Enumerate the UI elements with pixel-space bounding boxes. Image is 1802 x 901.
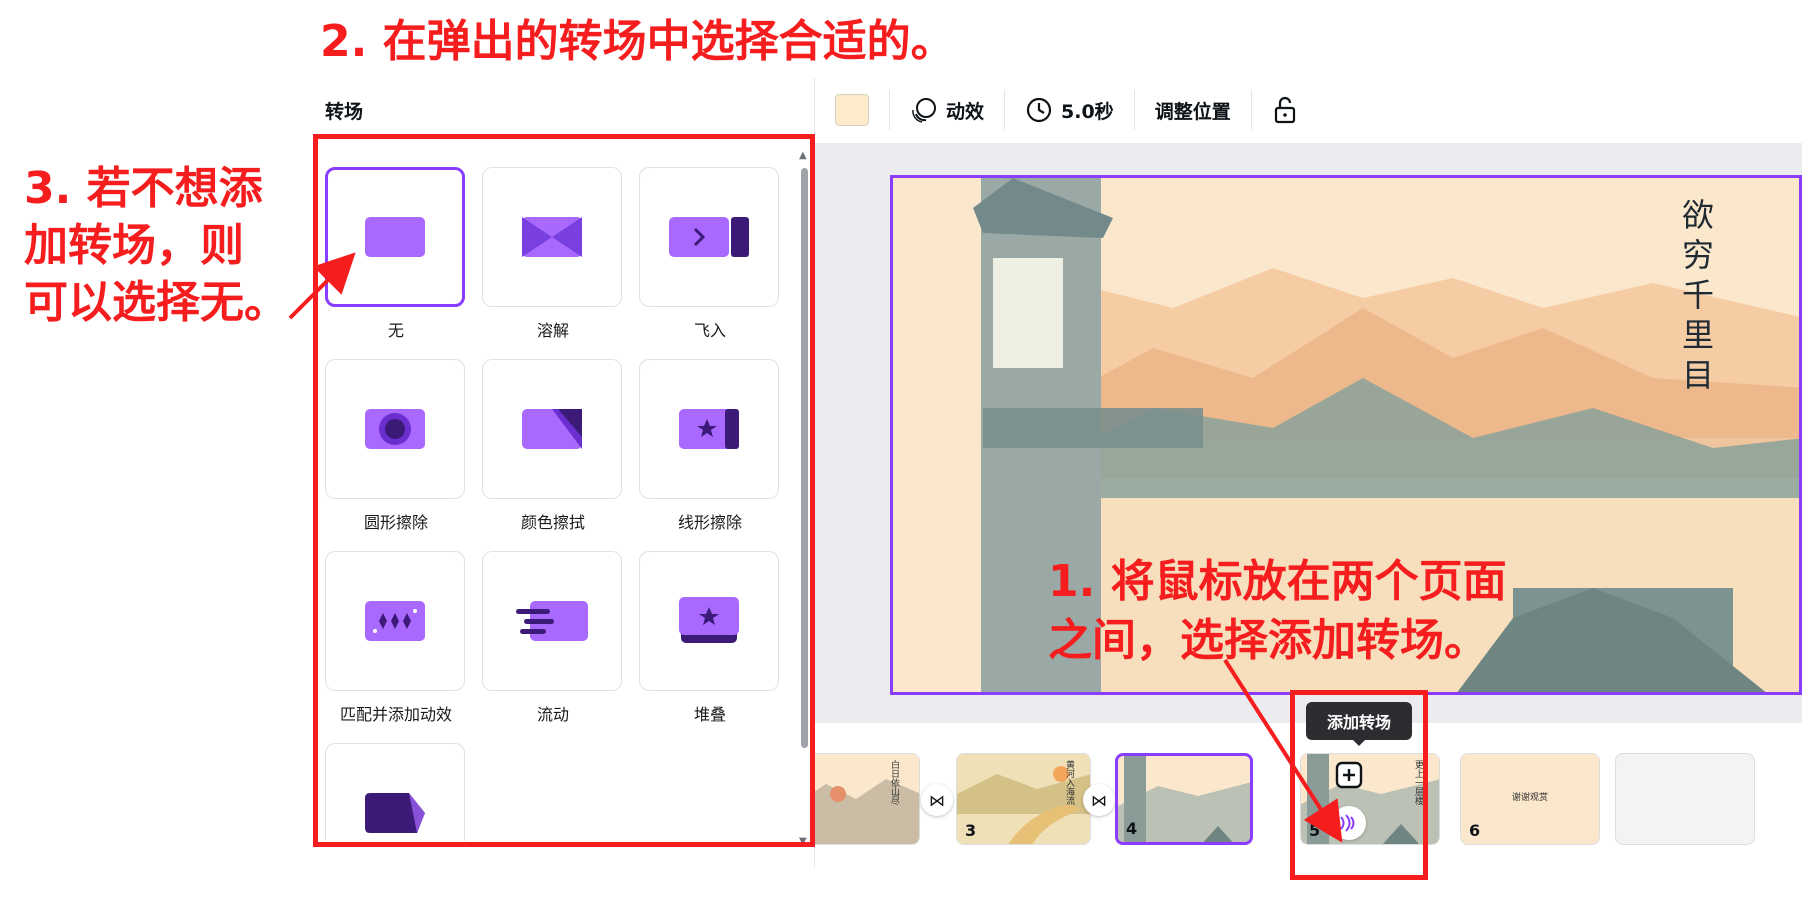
- thumbnail-title: 黄河入海流: [1064, 760, 1074, 805]
- thumbnail-title: 白日依山尽: [889, 760, 899, 805]
- unlock-icon: [1274, 96, 1295, 124]
- thumbnail-art: [1118, 756, 1250, 842]
- page-thumbnail[interactable]: 谢谢观赏 6: [1460, 753, 1600, 845]
- annotation-step-1-line: 1. 将鼠标放在两个页面: [1048, 556, 1507, 607]
- page-number: 6: [1469, 821, 1481, 840]
- duration-button[interactable]: 5.0秒: [1005, 90, 1135, 130]
- animate-button[interactable]: 动效: [890, 90, 1006, 130]
- page-thumbnail-active[interactable]: 4: [1115, 753, 1253, 845]
- position-button[interactable]: 调整位置: [1135, 90, 1252, 130]
- annotation-step-3-line: 3. 若不想添: [24, 163, 263, 214]
- annotation-step-3-line: 可以选择无。: [24, 277, 288, 329]
- clock-icon: [1026, 97, 1052, 123]
- panel-title: 转场: [325, 101, 364, 123]
- color-swatch: [835, 94, 869, 126]
- highlight-box-add-transition: [1290, 690, 1428, 880]
- animate-icon: [912, 98, 936, 123]
- annotation-step-3-line: 加转场，则: [24, 220, 244, 272]
- duration-label: 5.0秒: [1061, 100, 1114, 123]
- animate-label: 动效: [946, 100, 985, 123]
- thumbnail-title: 谢谢观赏: [1511, 793, 1548, 803]
- annotation-step-2: 2. 在弹出的转场中选择合适的。: [320, 16, 955, 67]
- page-thumbnail[interactable]: 白日依山尽: [815, 753, 920, 845]
- page-number: 4: [1126, 819, 1138, 838]
- page-number: 3: [965, 821, 977, 840]
- editor-toolbar: 动效 5.0秒 调整位置: [815, 80, 1802, 140]
- transition-button-icon[interactable]: ⋈: [921, 784, 953, 816]
- lock-button[interactable]: [1252, 90, 1318, 130]
- annotation-step-3: 3. 若不想添 加转场，则 可以选择无。: [24, 160, 288, 332]
- page-thumbnail[interactable]: 黄河入海流 3: [956, 753, 1091, 845]
- transition-button-icon[interactable]: ⋈: [1083, 784, 1115, 816]
- annotation-step-1: 1. 将鼠标放在两个页面 之间，选择添加转场。: [1048, 552, 1507, 671]
- annotation-step-1-line: 之间，选择添加转场。: [1048, 615, 1488, 667]
- thumbnail-art: [815, 779, 919, 844]
- highlight-box-panel: [313, 134, 815, 847]
- position-label: 调整位置: [1154, 100, 1231, 123]
- color-picker-button[interactable]: [815, 90, 890, 130]
- slide-title[interactable]: 欲穷千里目: [1673, 198, 1719, 398]
- add-page-thumbnail[interactable]: [1615, 753, 1755, 845]
